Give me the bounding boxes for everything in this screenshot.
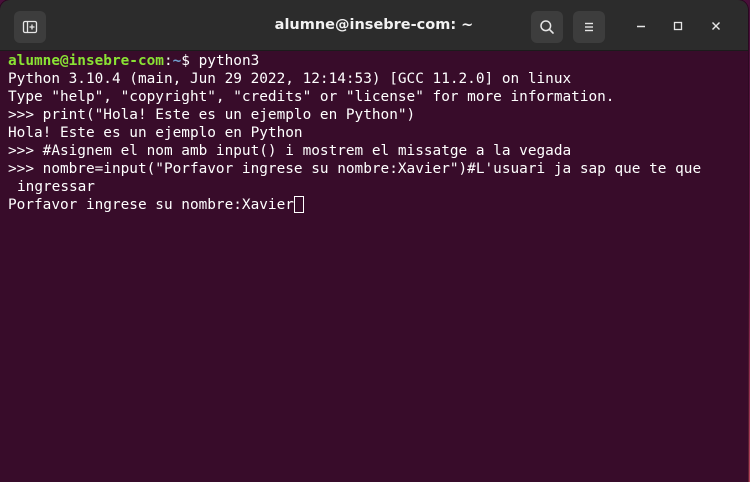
minimize-button[interactable]: [626, 11, 656, 41]
output-line: >>> nombre=input("Porfavor ingrese su no…: [8, 161, 702, 177]
search-icon: [540, 20, 554, 34]
hamburger-menu-icon: [585, 22, 593, 32]
maximize-icon: [673, 21, 683, 31]
prompt-symbol: $: [181, 53, 199, 69]
input-line: Porfavor ingrese su nombre:Xavier: [8, 196, 748, 214]
output-line: >>> print("Hola! Este es un ejemplo en P…: [8, 107, 416, 123]
output-line: Hola! Este es un ejemplo en Python: [8, 125, 303, 141]
text-cursor: [293, 196, 304, 213]
minimize-icon: [637, 25, 645, 28]
prompt-user-host: alumne@insebre-com: [8, 53, 164, 69]
input-prompt-text: Porfavor ingrese su nombre:Xavier: [8, 197, 294, 213]
prompt-colon: :: [163, 53, 173, 69]
close-button[interactable]: [701, 11, 731, 41]
output-line: >>> #Asignem el nom amb input() i mostre…: [8, 143, 572, 159]
terminal-output[interactable]: alumne@insebre-com:~$ python3 Python 3.1…: [0, 51, 748, 482]
close-icon: [712, 22, 720, 30]
output-line: Type "help", "copyright", "credits" or "…: [8, 89, 615, 105]
search-button[interactable]: [531, 11, 563, 43]
prompt-command: python3: [198, 53, 260, 69]
output-line-wrapped: ingressar: [17, 179, 95, 195]
output-line: Python 3.10.4 (main, Jun 29 2022, 12:14:…: [8, 71, 572, 87]
prompt-line: alumne@insebre-com:~$ python3: [8, 52, 748, 70]
title-bar[interactable]: alumne@insebre-com: ~: [0, 0, 748, 51]
maximize-button[interactable]: [663, 11, 693, 41]
prompt-path: ~: [172, 53, 182, 69]
terminal-window: alumne@insebre-com: ~ alumne@insebre-com…: [0, 0, 748, 482]
menu-button[interactable]: [573, 11, 605, 43]
